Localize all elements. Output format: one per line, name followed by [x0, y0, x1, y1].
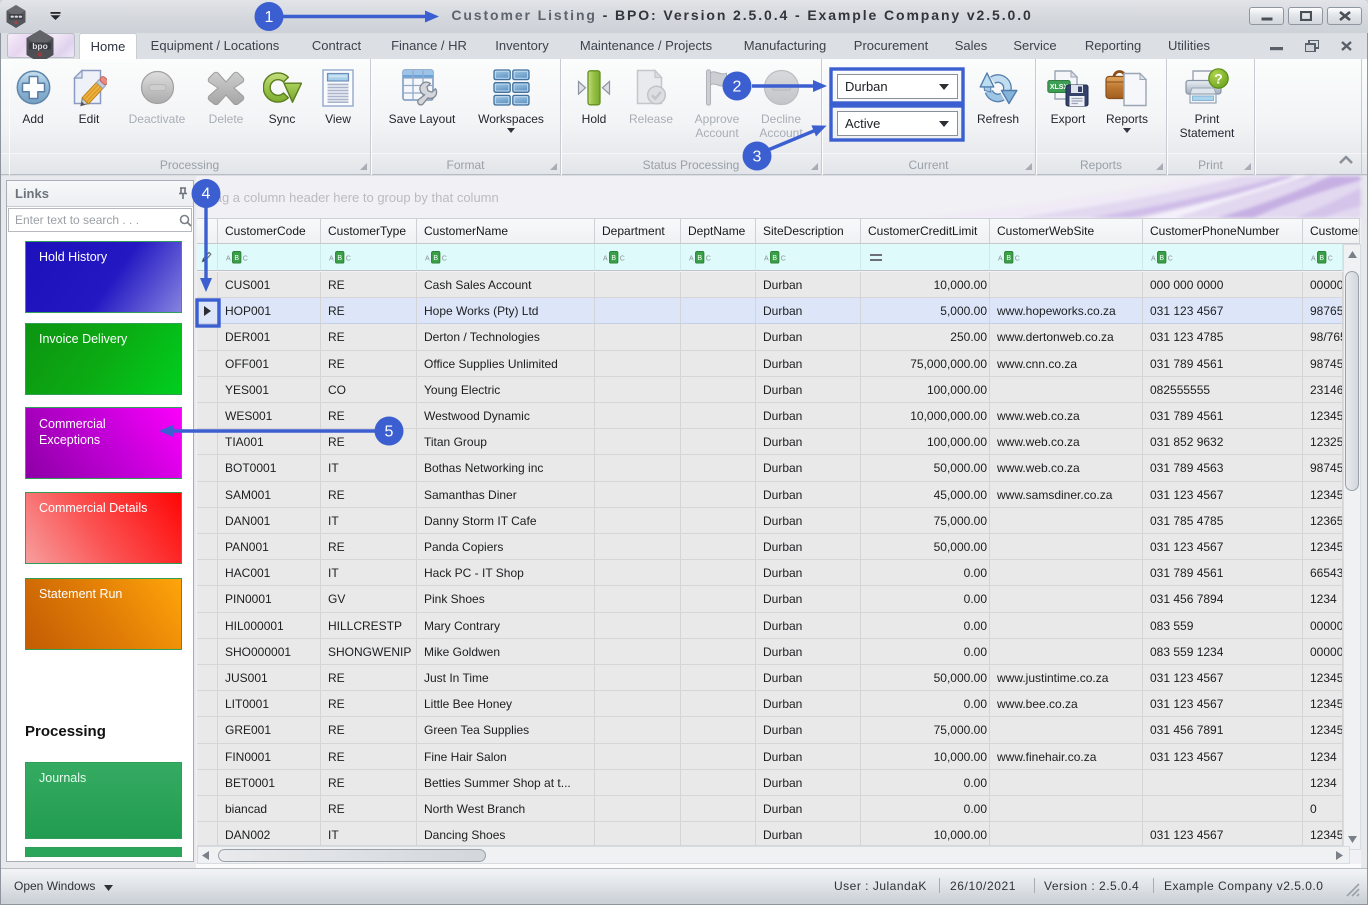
svg-text:?: ?	[1214, 70, 1223, 86]
svg-text:B: B	[337, 255, 342, 262]
svg-text:A: A	[603, 256, 608, 263]
svg-text:A: A	[1311, 256, 1316, 263]
svg-text:bpo: bpo	[32, 41, 48, 51]
svg-text:B: B	[1319, 255, 1324, 262]
svg-text:A: A	[998, 256, 1003, 263]
svg-text:B: B	[1159, 255, 1164, 262]
svg-text:B: B	[433, 255, 438, 262]
svg-text:A: A	[329, 256, 334, 263]
svg-text:B: B	[697, 255, 702, 262]
svg-text:C: C	[1168, 256, 1173, 263]
svg-text:C: C	[346, 256, 351, 263]
svg-text:B: B	[772, 255, 777, 262]
svg-text:B: B	[611, 255, 616, 262]
svg-text:B: B	[1006, 255, 1011, 262]
svg-text:C: C	[781, 256, 786, 263]
svg-text:A: A	[764, 256, 769, 263]
svg-text:A: A	[1151, 256, 1156, 263]
svg-text:B: B	[234, 255, 239, 262]
svg-text:A: A	[425, 256, 430, 263]
svg-text:C: C	[620, 256, 625, 263]
svg-text:A: A	[226, 256, 231, 263]
svg-text:C: C	[706, 256, 711, 263]
svg-text:C: C	[243, 256, 248, 263]
svg-text:C: C	[1015, 256, 1020, 263]
svg-text:C: C	[442, 256, 447, 263]
svg-text:A: A	[689, 256, 694, 263]
svg-text:C: C	[1328, 256, 1333, 263]
